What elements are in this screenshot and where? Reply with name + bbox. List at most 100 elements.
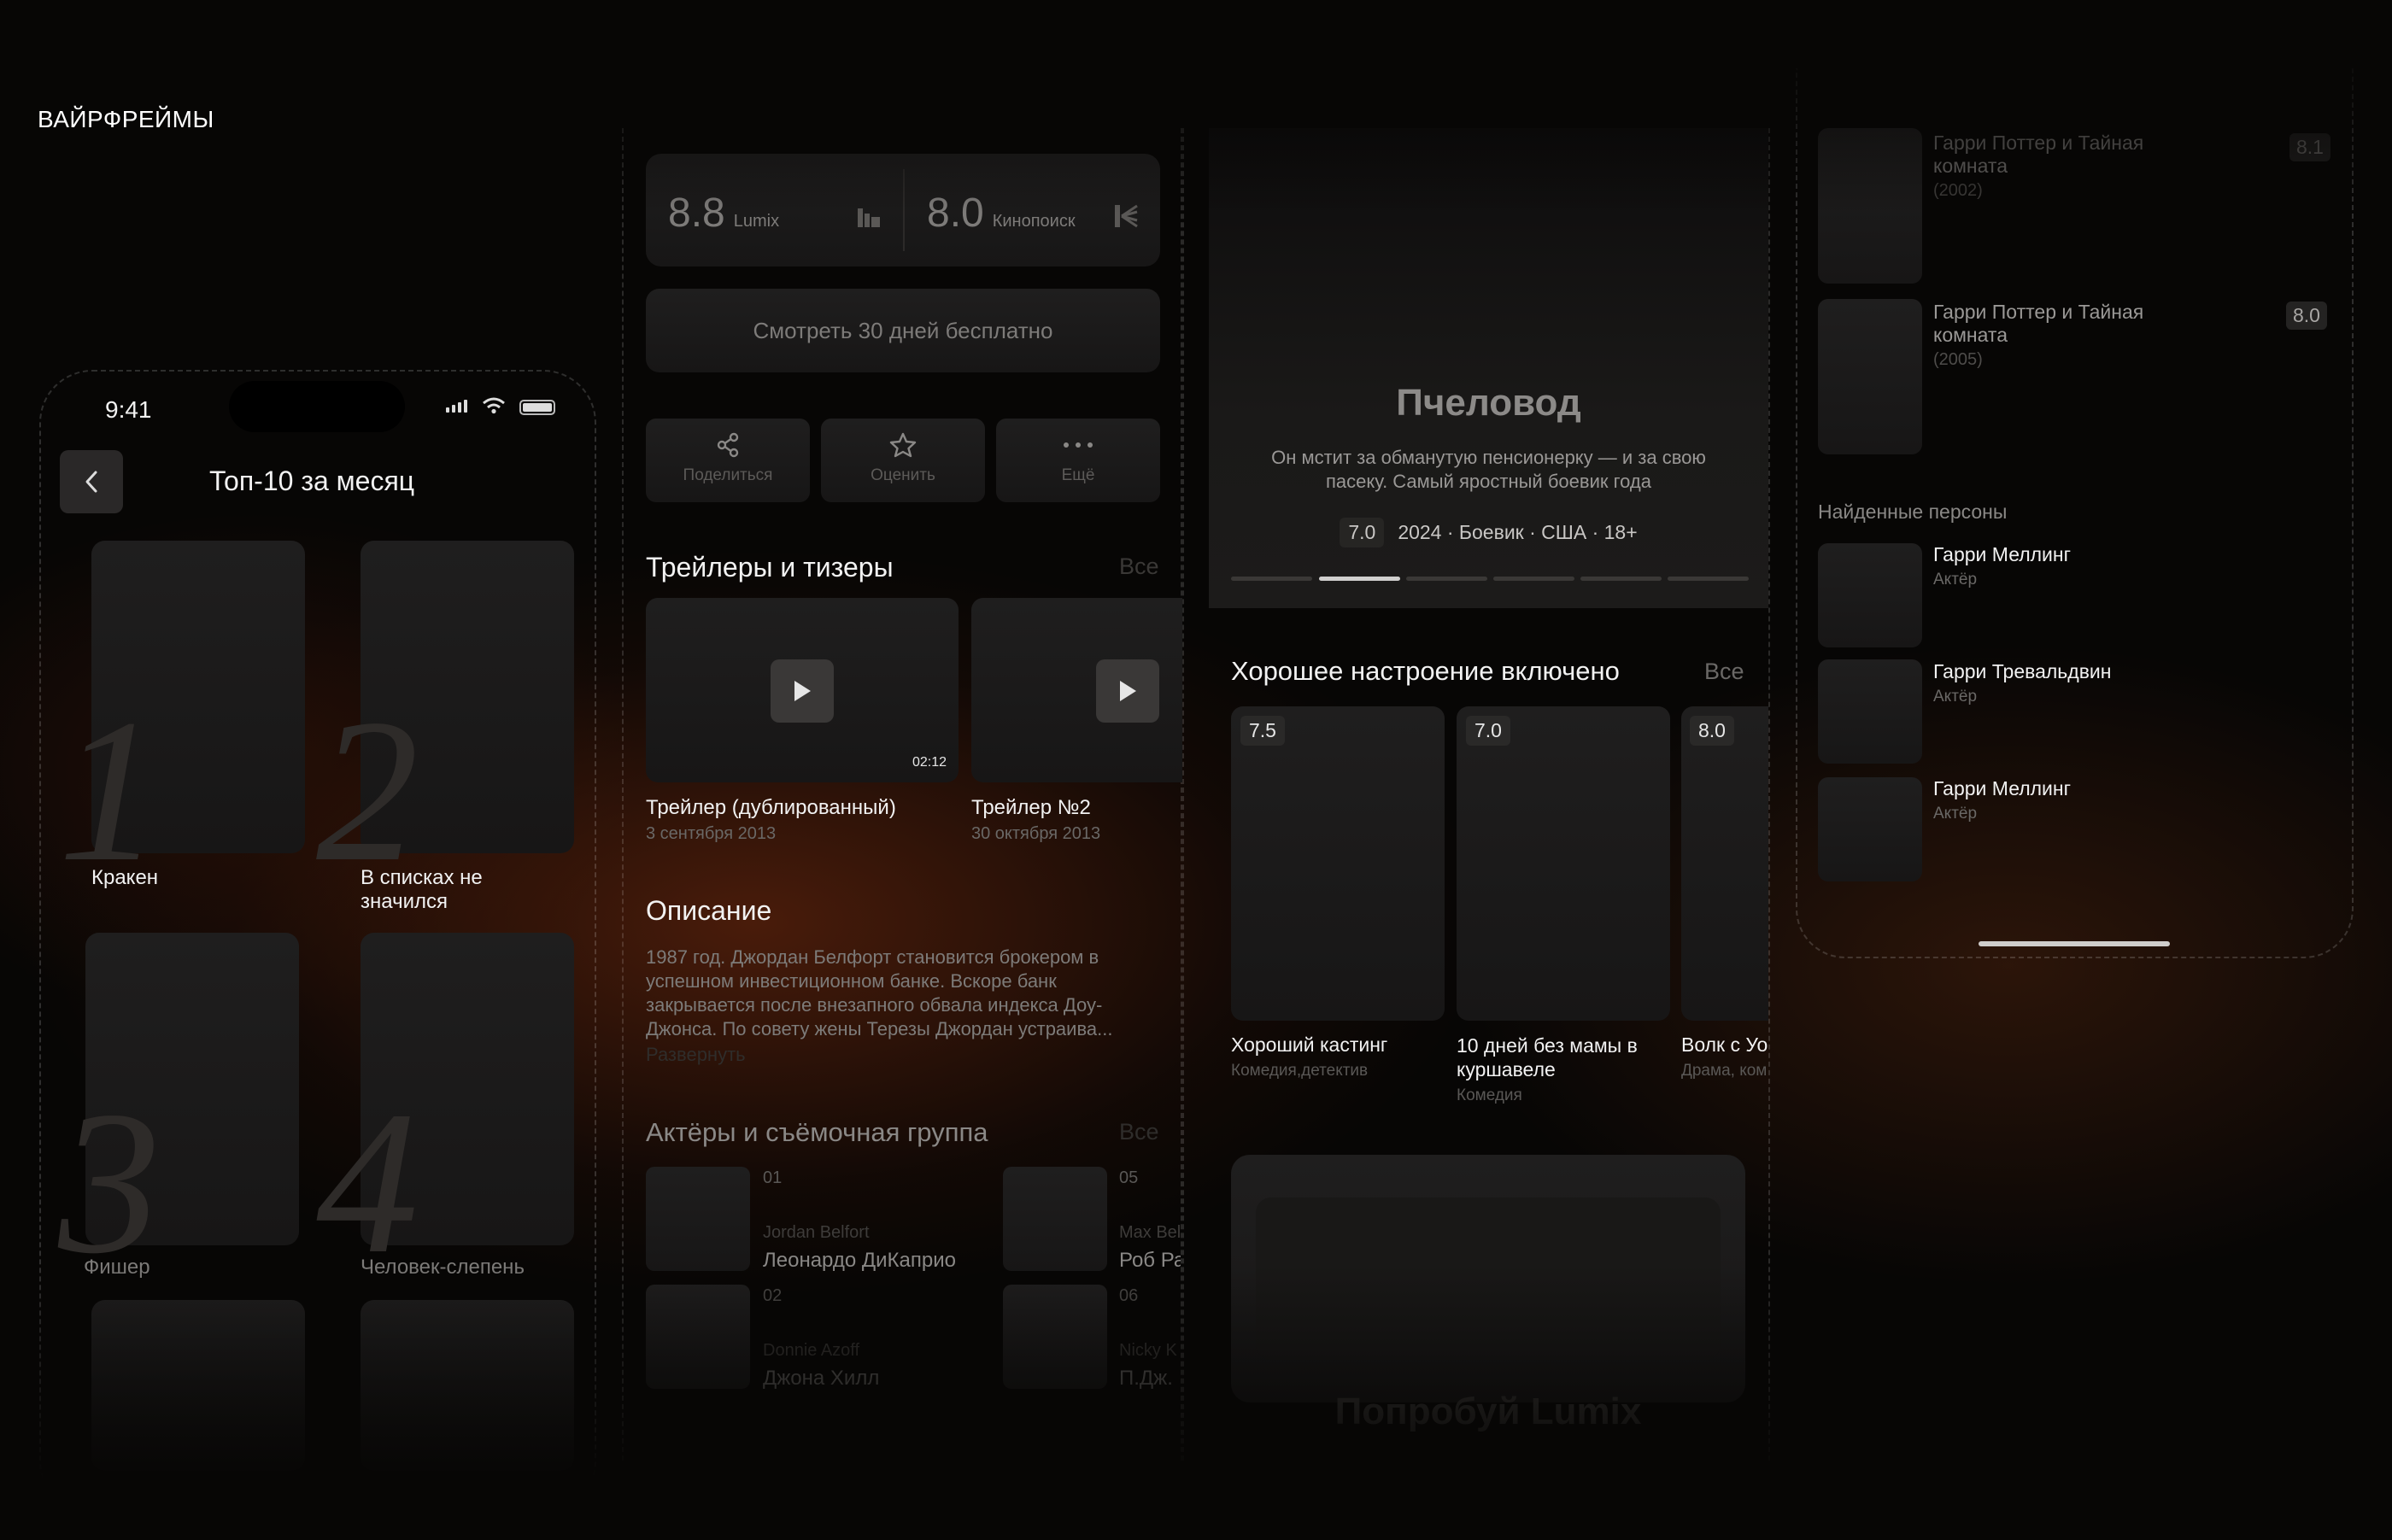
- hero-title: Пчеловод: [1396, 382, 1581, 424]
- description-heading: Описание: [646, 895, 772, 926]
- star-icon: [889, 432, 917, 458]
- more-label: Ещё: [1061, 466, 1095, 484]
- share-icon: [717, 432, 739, 458]
- cast-name: Леонардо ДиКаприо: [763, 1249, 956, 1272]
- battery-icon: [519, 400, 555, 415]
- cast-photo[interactable]: [646, 1167, 750, 1271]
- divider: [903, 169, 905, 251]
- cast-number: 02: [763, 1286, 783, 1305]
- trailer-date: 3 сентября 2013: [646, 824, 777, 843]
- rating-source: Lumix: [733, 212, 780, 231]
- movie-rating-badge: 8.0: [1690, 716, 1734, 746]
- movie-rating-badge: 7.5: [1240, 716, 1285, 746]
- movie-genre: Комедия,детектив: [1231, 1062, 1369, 1080]
- promo-inner: [1256, 1197, 1721, 1360]
- poster-title: Фишер: [84, 1256, 150, 1279]
- person-name: Гарри Меллинг: [1933, 543, 2071, 565]
- screen-title: Топ-10 за месяц: [209, 466, 415, 496]
- cast-all-link[interactable]: Все: [1119, 1119, 1159, 1145]
- hero-meta-text: 2024 · Боевик · США · 18+: [1398, 521, 1638, 543]
- rate-button[interactable]: Оценить: [821, 419, 985, 502]
- wifi-icon: [483, 397, 505, 414]
- watch-free-label: Смотреть 30 дней бесплатно: [753, 317, 1053, 343]
- cast-photo[interactable]: [1003, 1285, 1107, 1389]
- movie-card[interactable]: [1231, 706, 1445, 1021]
- trailer-title: Трейлер №2: [971, 796, 1091, 819]
- more-button[interactable]: Ещё: [996, 419, 1160, 502]
- poster-title: Человек-слепень: [361, 1256, 525, 1279]
- play-icon: [794, 681, 811, 701]
- back-button[interactable]: [60, 450, 123, 513]
- movie-year: (2005): [1933, 350, 1983, 369]
- rating-source: Кинопоиск: [992, 212, 1076, 231]
- rank-number: 1: [58, 676, 161, 904]
- rating-kinopoisk: 8.0 Кинопоиск: [927, 190, 1076, 237]
- cast-photo[interactable]: [646, 1285, 750, 1389]
- person-photo[interactable]: [1818, 543, 1922, 647]
- cast-photo[interactable]: [1003, 1167, 1107, 1271]
- hero-description: Он мстит за обманутую пенсионерку — и за…: [1271, 447, 1706, 492]
- chevron-left-icon: [85, 471, 97, 493]
- description-text: 1987 год. Джордан Белфорт становится бро…: [646, 946, 1113, 1039]
- persons-heading: Найденные персоны: [1818, 501, 2008, 523]
- cast-heading: Актёры и съёмочная группа: [646, 1117, 988, 1147]
- cast-name: П.Дж.: [1119, 1367, 1173, 1390]
- movie-rating-badge: 7.0: [1466, 716, 1510, 746]
- hero-meta: 7.0 2024 · Боевик · США · 18+: [1209, 518, 1768, 547]
- expand-link[interactable]: Развернуть: [646, 1044, 746, 1066]
- section-heading: Хорошее настроение включено: [1231, 656, 1620, 686]
- person-photo[interactable]: [1818, 659, 1922, 764]
- person-role: Актёр: [1933, 688, 1978, 706]
- movie-title: 10 дней без мамы в куршавеле: [1457, 1034, 1638, 1080]
- rank-number: 3: [58, 1069, 161, 1296]
- home-indicator: [1979, 941, 2170, 946]
- watch-free-button[interactable]: Смотреть 30 дней бесплатно: [646, 289, 1160, 372]
- movie-genre: Драма, ком: [1681, 1062, 1768, 1080]
- play-icon: [1120, 681, 1136, 701]
- person-name: Гарри Меллинг: [1933, 777, 2071, 799]
- kinopoisk-logo-icon: [1115, 204, 1138, 228]
- lumix-logo-icon: [858, 208, 880, 227]
- cast-name: Роб Ра: [1119, 1249, 1181, 1272]
- cast-role: Donnie Azoff: [763, 1341, 860, 1360]
- play-button[interactable]: [1096, 659, 1159, 723]
- cast-role: Nicky K: [1119, 1341, 1177, 1360]
- movie-title: Гарри Поттер и Тайная комната: [1933, 301, 2144, 346]
- person-photo[interactable]: [1818, 777, 1922, 881]
- trailer-duration: 02:12: [912, 755, 947, 770]
- poster-card[interactable]: [361, 1300, 574, 1471]
- cast-role: Jordan Belfort: [763, 1223, 870, 1242]
- promo-title: Попробуй Lumix: [1334, 1391, 1642, 1432]
- page-title: ВАЙРФРЕЙМЫ: [38, 106, 214, 132]
- movie-genre: Комедия: [1457, 1086, 1522, 1104]
- more-dots-icon: [1064, 442, 1093, 448]
- rate-label: Оценить: [871, 466, 935, 484]
- movie-rating: 8.1: [2289, 133, 2330, 161]
- person-name: Гарри Тревальдвин: [1933, 660, 2112, 682]
- cast-number: 05: [1119, 1168, 1139, 1187]
- section-all-link[interactable]: Все: [1704, 659, 1744, 685]
- cast-name: Джона Хилл: [763, 1367, 880, 1390]
- rating-value: 8.8: [668, 190, 725, 236]
- movie-card[interactable]: [1681, 706, 1768, 1021]
- poster-card[interactable]: [91, 1300, 305, 1471]
- status-time: 9:41: [105, 396, 152, 423]
- share-button[interactable]: Поделиться: [646, 419, 810, 502]
- share-label: Поделиться: [683, 466, 773, 484]
- rating-value: 8.0: [927, 190, 984, 236]
- person-role: Актёр: [1933, 571, 1978, 588]
- rating-lumix: 8.8 Lumix: [668, 190, 779, 237]
- trailer-title: Трейлер (дублированный): [646, 796, 896, 819]
- movie-title: Хороший кастинг: [1231, 1033, 1388, 1056]
- trailers-heading: Трейлеры и тизеры: [646, 552, 894, 583]
- movie-card[interactable]: [1457, 706, 1670, 1021]
- play-button[interactable]: [771, 659, 834, 723]
- signal-icon: [446, 400, 467, 413]
- movie-title: Гарри Поттер и Тайная комната: [1933, 132, 2144, 177]
- rank-number: 4: [316, 1069, 419, 1296]
- movie-poster[interactable]: [1818, 128, 1922, 284]
- trailer-date: 30 октября 2013: [971, 824, 1101, 843]
- poster-title: В списках не значился: [361, 866, 483, 914]
- trailers-all-link[interactable]: Все: [1119, 553, 1159, 580]
- movie-poster[interactable]: [1818, 299, 1922, 454]
